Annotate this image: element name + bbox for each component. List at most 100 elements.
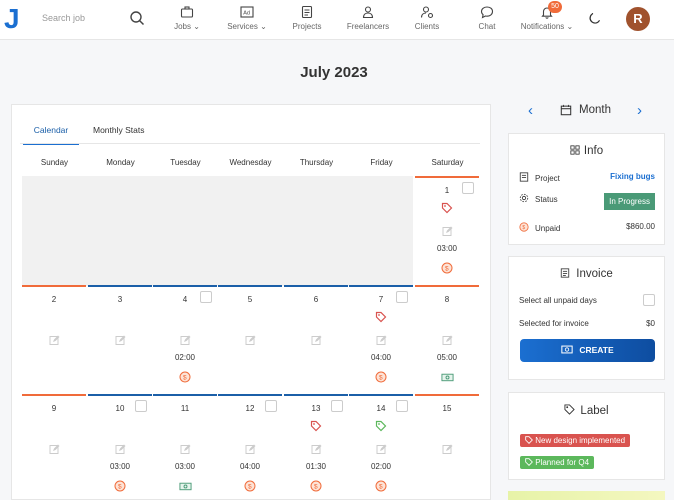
avatar[interactable]: R [626, 7, 650, 31]
day-hours: 05:00 [436, 353, 458, 362]
calendar-day-cell[interactable]: 10 03:00 $ [88, 394, 152, 497]
edit-icon[interactable] [442, 224, 453, 236]
nav-clients[interactable]: Clients [410, 5, 444, 37]
day-status-bar [88, 394, 152, 396]
calendar-day-cell[interactable]: 9 [22, 394, 86, 497]
calendar-day-cell[interactable]: 15 [415, 394, 479, 497]
prev-month-icon[interactable]: ‹ [528, 102, 533, 119]
day-checkbox[interactable] [200, 291, 212, 303]
tab-calendar[interactable]: Calendar [23, 125, 79, 145]
month-view-label[interactable]: Month [579, 104, 611, 116]
chat-icon [480, 6, 494, 19]
day-checkbox[interactable] [135, 400, 147, 412]
edit-icon[interactable] [245, 333, 256, 345]
calendar-day-cell[interactable]: 3 [88, 285, 152, 388]
edit-icon[interactable] [180, 442, 191, 454]
day-hours: 03:00 [109, 462, 131, 471]
nav-freelancers[interactable]: Freelancers [342, 5, 394, 37]
label-item[interactable]: Planned for Q4 [520, 452, 595, 470]
edit-icon[interactable] [49, 333, 60, 345]
day-status-bar [415, 394, 479, 396]
logo[interactable]: J [4, 5, 20, 33]
edit-icon[interactable] [49, 442, 60, 454]
label-text: New design implemented [535, 436, 626, 445]
selected-amount: $0 [646, 319, 655, 328]
day-number: 2 [51, 295, 57, 304]
day-checkbox[interactable] [462, 182, 474, 194]
coin-icon: $ [244, 479, 256, 492]
calendar-day-cell[interactable]: 13 01:30 $ [284, 394, 348, 497]
select-all-checkbox[interactable] [643, 294, 655, 306]
nav-notifications[interactable]: Notifications ⌄ [516, 5, 578, 37]
svg-text:$: $ [379, 375, 383, 382]
status-label: Status [535, 195, 558, 204]
day-checkbox[interactable] [265, 400, 277, 412]
nav-jobs[interactable]: Jobs ⌄ [172, 5, 202, 37]
day-hours: 02:00 [174, 353, 196, 362]
tab-monthly-stats[interactable]: Monthly Stats [93, 125, 145, 135]
coin-icon: $ [179, 370, 191, 383]
promo-banner[interactable] [508, 491, 665, 500]
label-pill-green[interactable]: Planned for Q4 [520, 456, 595, 469]
calendar-day-cell[interactable]: 1 03:00 $ [415, 176, 479, 286]
calendar-day-cell[interactable]: 2 [22, 285, 86, 388]
calendar-panel: Calendar Monthly Stats Sunday Monday Tuesd… [11, 104, 491, 500]
search-icon[interactable] [129, 10, 145, 26]
day-checkbox[interactable] [396, 291, 408, 303]
create-invoice-button[interactable]: CREATE [520, 339, 655, 362]
calendar-day-cell[interactable]: 8 05:00 [415, 285, 479, 388]
nav-chat[interactable]: Chat [474, 5, 500, 37]
project-link[interactable]: Fixing bugs [610, 172, 655, 181]
nav-projects[interactable]: Projects [289, 5, 325, 37]
info-project-row: Project Fixing bugs [519, 172, 655, 183]
edit-icon[interactable] [442, 333, 453, 345]
calendar-day-cell[interactable]: 11 03:00 [153, 394, 217, 497]
next-month-icon[interactable]: › [637, 102, 642, 119]
moon-icon[interactable] [588, 11, 602, 25]
day-number: 15 [442, 404, 452, 413]
project-label: Project [535, 174, 560, 183]
day-hours: 02:00 [370, 462, 392, 471]
edit-icon[interactable] [442, 442, 453, 454]
calendar-day-cell[interactable]: 14 02:00 $ [349, 394, 413, 497]
edit-icon[interactable] [245, 442, 256, 454]
edit-icon[interactable] [376, 442, 387, 454]
edit-icon[interactable] [311, 442, 322, 454]
edit-icon[interactable] [180, 333, 191, 345]
day-status-bar [349, 285, 413, 287]
weekday-header: Saturday [431, 158, 464, 167]
day-status-bar [22, 285, 86, 287]
coin-icon: $ [375, 370, 387, 383]
day-number: 9 [51, 404, 57, 413]
day-status-bar [88, 285, 152, 287]
svg-text:$: $ [183, 375, 187, 382]
day-checkbox[interactable] [331, 400, 343, 412]
nav-services[interactable]: Ad Services ⌄ [224, 5, 270, 37]
calendar-day-cell[interactable]: 12 04:00 $ [218, 394, 282, 497]
label-item[interactable]: New design implemented [520, 430, 631, 448]
day-status-bar [415, 176, 479, 178]
search-input[interactable]: Search job [42, 13, 85, 23]
calendar-day-cell[interactable]: 7 04:00 $ [349, 285, 413, 388]
tag-icon [441, 201, 453, 214]
status-badge: In Progress [604, 193, 655, 210]
label-pill-red[interactable]: New design implemented [520, 434, 631, 447]
edit-icon[interactable] [115, 442, 126, 454]
edit-icon[interactable] [376, 333, 387, 345]
day-number: 3 [117, 295, 123, 304]
svg-text:$: $ [314, 484, 318, 491]
coin-icon: $ [441, 261, 453, 274]
chevron-down-icon: ⌄ [257, 22, 267, 31]
tag-icon [564, 404, 576, 415]
month-navigation: ‹ Month › [508, 100, 665, 122]
edit-icon[interactable] [311, 333, 322, 345]
day-checkbox[interactable] [396, 400, 408, 412]
day-status-bar [284, 285, 348, 287]
cash-icon [179, 479, 192, 491]
calendar-day-cell[interactable]: 4 02:00 $ [153, 285, 217, 388]
edit-icon[interactable] [115, 333, 126, 345]
calendar-day-cell[interactable]: 6 [284, 285, 348, 388]
calendar-day-cell[interactable]: 5 [218, 285, 282, 388]
gear-icon [519, 193, 529, 203]
label-title: Label [509, 404, 664, 417]
